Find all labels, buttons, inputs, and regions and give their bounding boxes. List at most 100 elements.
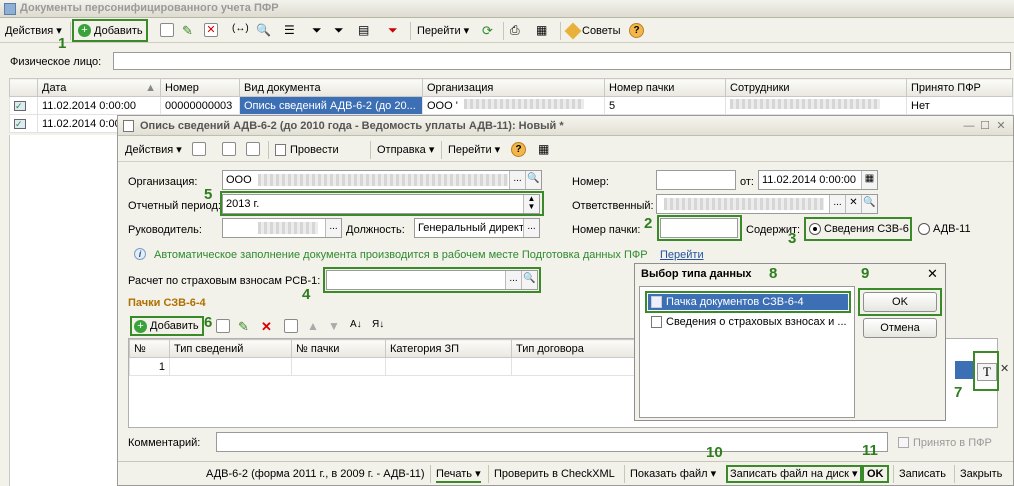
col-employees[interactable]: Сотрудники xyxy=(725,78,907,97)
data-type-list: Пачка документов СЗВ-6-4 Сведения о стра… xyxy=(639,286,855,418)
clear-icon[interactable]: ✕ xyxy=(1000,362,1009,375)
col-number[interactable]: Номер xyxy=(160,78,240,97)
grid-copy-icon[interactable] xyxy=(216,319,230,333)
adv-radio[interactable] xyxy=(918,223,930,235)
dialog-ok-button[interactable]: OK xyxy=(863,292,937,312)
col-date[interactable]: Дата ▲ xyxy=(37,78,161,97)
list-item-label: Пачка документов СЗВ-6-4 xyxy=(666,296,804,308)
col-org[interactable]: Организация xyxy=(422,78,605,97)
app-icon xyxy=(4,3,16,15)
maximize-icon[interactable]: ☐ xyxy=(977,119,993,132)
print-menu[interactable]: Печать ▾ xyxy=(436,467,481,483)
dialog-cancel-button[interactable]: Отмена xyxy=(863,318,937,338)
sort-asc-icon[interactable]: A↓ xyxy=(350,319,364,333)
check-xml-button[interactable]: Проверить в CheckXML xyxy=(494,467,615,481)
position-field[interactable]: Генеральный директ... xyxy=(414,218,540,238)
head-select-button[interactable]: ... xyxy=(325,219,341,237)
clear-filter-icon[interactable]: ⏷ xyxy=(388,23,402,37)
person-filter-label: Физическое лицо: xyxy=(10,56,102,68)
doc-structure-icon[interactable]: ▦ xyxy=(538,142,552,156)
col-category[interactable]: Категория ЗП xyxy=(385,339,512,358)
doc-save-icon[interactable] xyxy=(192,142,206,156)
org-label: Организация: xyxy=(128,176,198,188)
actions-menu[interactable]: Действия ▾ xyxy=(2,22,65,40)
tips-button[interactable]: Советы xyxy=(564,22,623,40)
doc-goto-menu[interactable]: Перейти ▾ xyxy=(445,141,503,159)
doc-help-icon[interactable]: ? xyxy=(511,142,526,157)
step-marker-10: 10 xyxy=(706,444,723,461)
cell-category[interactable] xyxy=(385,357,512,376)
form-link[interactable]: АДВ-6-2 (форма 2011 г., в 2009 г. - АДВ-… xyxy=(206,467,425,481)
delete-icon[interactable]: ✕ xyxy=(204,23,218,37)
batch-label: Номер пачки: xyxy=(572,224,641,236)
move-up-icon[interactable]: ▲ xyxy=(307,319,321,333)
grid-edit-icon[interactable]: ✎ xyxy=(238,319,252,334)
responsible-search-icon[interactable]: 🔍 xyxy=(861,195,877,213)
col-info-type[interactable]: Тип сведений xyxy=(169,339,292,358)
sort-desc-icon[interactable]: Я↓ xyxy=(372,319,386,333)
find-icon[interactable]: 🔍 xyxy=(256,23,271,37)
type-button[interactable]: T xyxy=(977,363,997,381)
person-filter-input[interactable] xyxy=(113,52,1011,70)
date-field[interactable]: 11.02.2014 0:00:00 ▦ xyxy=(758,170,878,190)
comment-field[interactable] xyxy=(216,432,888,452)
doc-actions-menu[interactable]: Действия ▾ xyxy=(122,141,185,159)
list-item[interactable]: Сведения о страховых взносах и ... xyxy=(648,314,848,330)
posted-doc-icon: ✓ xyxy=(9,114,38,133)
cell-batch-num[interactable] xyxy=(291,357,386,376)
post-button[interactable]: Провести xyxy=(272,141,342,159)
col-doc-type[interactable]: Вид документа xyxy=(239,78,423,97)
doc-copy-icon[interactable] xyxy=(246,142,260,156)
info-link[interactable]: Перейти xyxy=(660,248,704,262)
interval-icon[interactable]: (↔) xyxy=(232,23,249,37)
save-button[interactable]: Записать xyxy=(899,467,946,481)
szv-option-label: Сведения СЗВ-6 xyxy=(824,223,909,235)
col-accepted[interactable]: Принято ПФР xyxy=(906,78,1013,97)
write-disk-label: Записать файл на диск xyxy=(730,468,849,480)
grid-delete-icon[interactable]: ✕ xyxy=(261,319,275,334)
clear-icon[interactable]: ✕ xyxy=(845,195,861,213)
col-batch[interactable]: Номер пачки xyxy=(604,78,726,97)
org-select-button[interactable]: ... xyxy=(509,171,525,189)
doc-view-icon[interactable] xyxy=(222,142,236,156)
edit-icon[interactable]: ✎ xyxy=(182,23,196,38)
grid-save-icon[interactable] xyxy=(284,319,298,333)
window-controls: — ☐ ✕ xyxy=(961,119,1009,132)
step-marker-5: 5 xyxy=(204,186,213,203)
close-button[interactable]: Закрыть xyxy=(960,467,1002,481)
write-disk-menu[interactable]: Записать файл на диск ▾ xyxy=(726,465,862,483)
number-field[interactable] xyxy=(656,170,736,190)
szv-radio[interactable] xyxy=(809,223,821,235)
list-item[interactable]: Пачка документов СЗВ-6-4 xyxy=(648,294,848,310)
show-file-menu[interactable]: Показать файл ▾ xyxy=(630,467,716,481)
send-menu[interactable]: Отправка ▾ xyxy=(374,141,437,159)
responsible-select-button[interactable]: ... xyxy=(829,195,845,213)
close-icon[interactable]: ✕ xyxy=(993,119,1009,132)
col-num[interactable]: № xyxy=(129,339,170,358)
print-icon[interactable]: ⎙ xyxy=(510,23,524,37)
accepted-checkbox[interactable] xyxy=(898,437,909,448)
goto-menu[interactable]: Перейти ▾ xyxy=(414,22,472,40)
structure-icon[interactable]: ▦ xyxy=(536,23,550,37)
refresh-icon[interactable]: ⟳ xyxy=(482,23,496,38)
cell-info-type[interactable] xyxy=(169,357,292,376)
position-select-button[interactable]: ... xyxy=(523,219,539,237)
section-title: Пачки СЗВ-6-4 xyxy=(128,297,206,309)
table-row[interactable]: ✓ 11.02.2014 0:00:00 00000000003 Опись с… xyxy=(9,96,1013,115)
copy-icon[interactable] xyxy=(160,23,174,37)
col-batch-num[interactable]: № пачки xyxy=(291,339,386,358)
dialog-title: Выбор типа данных xyxy=(641,268,752,280)
org-search-icon[interactable]: 🔍 xyxy=(525,171,541,189)
filter-icon[interactable]: ⏷ xyxy=(312,23,326,37)
calendar-icon[interactable]: ▦ xyxy=(861,171,877,189)
list-icon[interactable]: ☰ xyxy=(284,23,298,37)
move-down-icon[interactable]: ▼ xyxy=(328,319,342,333)
minimize-icon[interactable]: — xyxy=(961,120,977,132)
dialog-close-icon[interactable]: ✕ xyxy=(927,266,938,282)
batch-add-button[interactable]: + Добавить xyxy=(130,316,204,336)
ok-button[interactable]: OK xyxy=(862,465,889,483)
print-label: Печать xyxy=(436,468,473,480)
filter-list-icon[interactable]: ▤ xyxy=(358,23,372,37)
help-icon[interactable]: ? xyxy=(629,23,644,38)
filter-value-icon[interactable]: ⏷ xyxy=(334,23,348,37)
